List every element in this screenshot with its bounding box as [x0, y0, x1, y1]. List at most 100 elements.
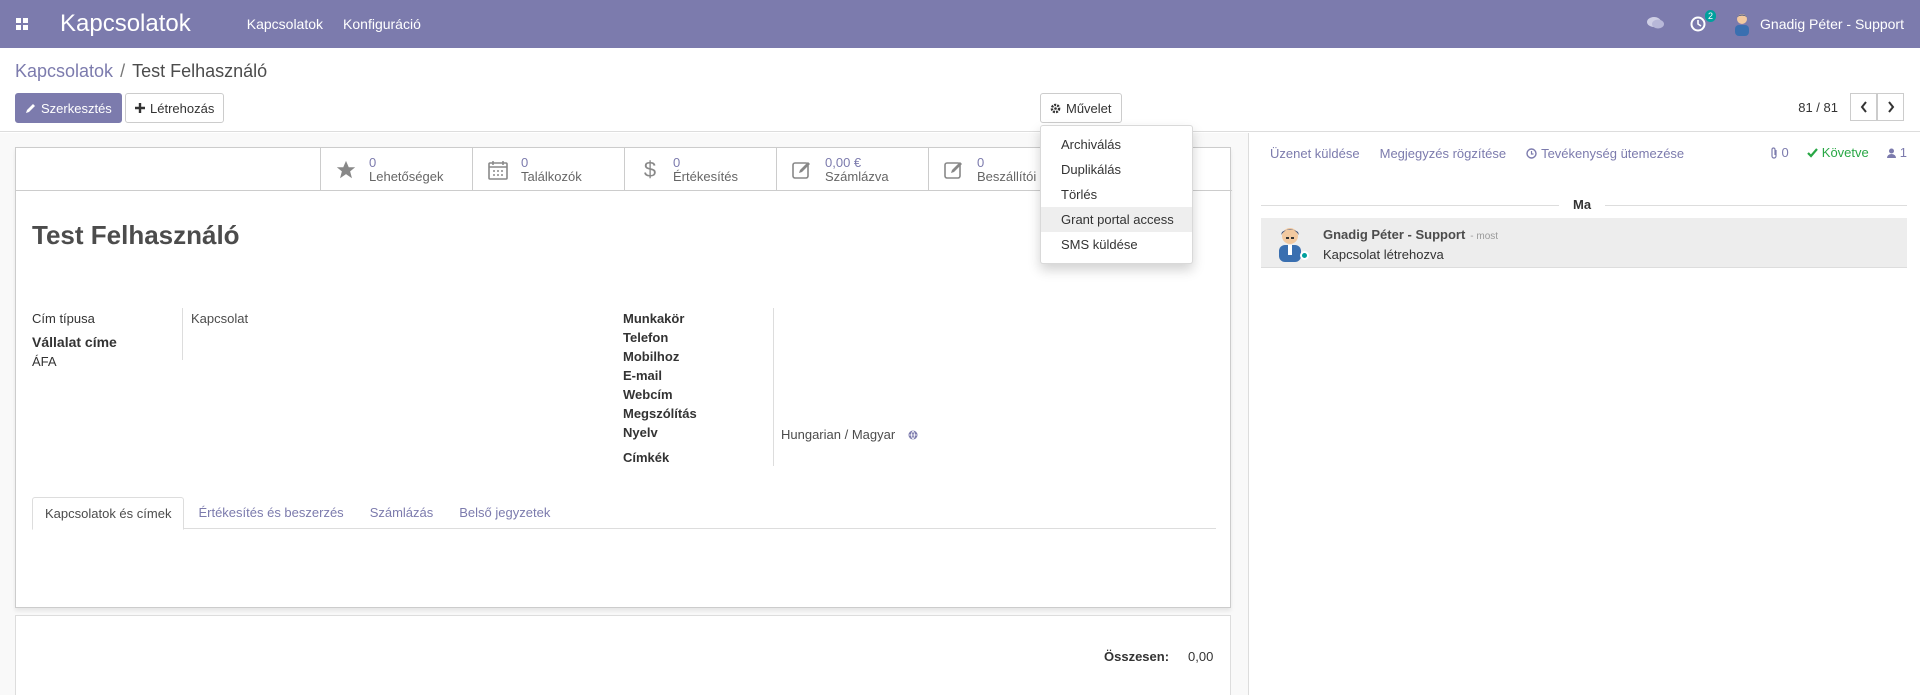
- notebook-tabs: Kapcsolatok és címek Értékesítés és besz…: [32, 497, 1216, 530]
- total-value: 0,00: [1188, 649, 1214, 664]
- menu-item-duplicate[interactable]: Duplikálás: [1041, 157, 1192, 182]
- stat-value: 0: [369, 154, 377, 170]
- chevron-right-icon: [1887, 101, 1894, 113]
- stat-button-meetings[interactable]: 0 Találkozók: [472, 148, 624, 191]
- plus-icon: [135, 103, 145, 113]
- top-navbar: Kapcsolatok Kapcsolatok Konfiguráció 2 G…: [0, 0, 1920, 48]
- action-dropdown-menu: Archiválás Duplikálás Törlés Grant porta…: [1040, 125, 1193, 264]
- label-website: Webcím: [623, 387, 673, 402]
- tab-contacts-addresses[interactable]: Kapcsolatok és címek: [32, 497, 185, 530]
- tab-internal-notes[interactable]: Belső jegyzetek: [447, 497, 562, 529]
- edit-button-label: Szerkesztés: [41, 100, 112, 116]
- attachments-button[interactable]: 0: [1770, 145, 1789, 160]
- message-body: Kapcsolat létrehozva: [1323, 247, 1444, 262]
- field-divider-right: [773, 308, 774, 466]
- follow-button[interactable]: Követve: [1807, 145, 1869, 160]
- create-button[interactable]: Létrehozás: [125, 93, 225, 123]
- date-separator: Ma: [1559, 197, 1606, 212]
- menu-item-send-sms[interactable]: SMS küldése: [1041, 232, 1192, 257]
- menu-item-grant-portal-access[interactable]: Grant portal access: [1041, 207, 1192, 232]
- calendar-icon: [485, 157, 511, 183]
- clock-icon: [1526, 147, 1537, 159]
- menu-kapcsolatok[interactable]: Kapcsolatok: [247, 16, 323, 32]
- edit-icon: [789, 157, 815, 183]
- stat-value: 0: [673, 154, 681, 170]
- clock-icon: [1690, 16, 1706, 32]
- follow-label: Követve: [1821, 145, 1869, 160]
- check-icon: [1807, 147, 1818, 158]
- stat-value: 0: [977, 154, 985, 170]
- attachments-count: 0: [1781, 145, 1789, 160]
- chatter-panel: Üzenet küldése Megjegyzés rögzítése Tevé…: [1248, 133, 1920, 695]
- totals-sheet: [15, 615, 1231, 695]
- gear-icon: [1050, 103, 1061, 113]
- message-time: - most: [1470, 231, 1499, 242]
- paperclip-icon: [1770, 146, 1777, 159]
- apps-menu-button[interactable]: [0, 0, 44, 48]
- pager: 81 / 81: [1798, 93, 1904, 121]
- record-title: Test Felhasználó: [32, 220, 240, 250]
- stat-button-opportunities[interactable]: 0 Lehetőségek: [320, 148, 472, 191]
- chatter-message: Gnadig Péter - Support - most Kapcsolat l…: [1261, 218, 1907, 268]
- chevron-left-icon: [1860, 101, 1867, 113]
- label-language: Nyelv: [623, 425, 658, 440]
- pager-value[interactable]: 81 / 81: [1798, 100, 1838, 115]
- stat-label: Beszállítói: [977, 168, 1037, 184]
- total-label: Összesen:: [1104, 649, 1170, 664]
- stat-value: 0: [521, 154, 529, 170]
- label-company-address: Vállalat címe: [32, 334, 117, 350]
- log-note-button[interactable]: Megjegyzés rögzítése: [1380, 146, 1506, 161]
- chatter-topbar: Üzenet küldése Megjegyzés rögzítése Tevé…: [1249, 133, 1920, 173]
- activity-count-badge: 2: [1705, 10, 1717, 22]
- field-language[interactable]: Hungarian / Magyar: [781, 427, 895, 442]
- action-button[interactable]: Művelet: [1040, 93, 1122, 123]
- menu-konfiguracio[interactable]: Konfiguráció: [343, 16, 421, 32]
- tab-sales-purchase[interactable]: Értékesítés és beszerzés: [186, 497, 355, 529]
- schedule-activity-label: Tevékenység ütemezése: [1541, 145, 1685, 161]
- send-message-button[interactable]: Üzenet küldése: [1270, 146, 1360, 161]
- stat-button-invoiced[interactable]: 0,00 € Számlázva: [776, 148, 928, 191]
- avatar: [1735, 14, 1750, 36]
- message-avatar[interactable]: [1275, 224, 1309, 262]
- breadcrumb: Kapcsolatok / Test Felhasználó: [15, 61, 267, 82]
- breadcrumb-separator: /: [120, 61, 126, 81]
- stat-label: Lehetőségek: [369, 168, 444, 184]
- chat-icon[interactable]: [1647, 16, 1665, 33]
- field-divider-left: [182, 308, 183, 360]
- pager-previous-button[interactable]: [1850, 93, 1877, 121]
- activity-button[interactable]: 2: [1690, 10, 1717, 32]
- followers-count: 1: [1899, 145, 1907, 160]
- label-job-position: Munkakör: [623, 311, 685, 326]
- app-brand[interactable]: Kapcsolatok: [60, 10, 191, 38]
- user-icon: [1886, 148, 1896, 158]
- action-button-label: Művelet: [1066, 100, 1112, 116]
- field-address-type[interactable]: Kapcsolat: [191, 311, 248, 326]
- star-icon: [333, 157, 359, 183]
- breadcrumb-parent[interactable]: Kapcsolatok: [15, 61, 113, 81]
- label-tags: Címkék: [623, 450, 670, 465]
- user-menu[interactable]: Gnadig Péter - Support: [1732, 12, 1904, 36]
- label-address-type: Cím típusa: [32, 311, 95, 326]
- message-author-line: Gnadig Péter - Support - most: [1323, 227, 1498, 242]
- label-mobile: Mobilhoz: [623, 349, 680, 364]
- stat-button-box: 0 Lehetőségek 0 Találkozók $ 0 Értékesítés …: [320, 148, 1080, 191]
- pager-next-button[interactable]: [1877, 93, 1904, 121]
- stat-button-sales[interactable]: $ 0 Értékesítés: [624, 148, 776, 191]
- menu-item-archive[interactable]: Archiválás: [1041, 132, 1192, 157]
- globe-icon[interactable]: [908, 428, 918, 443]
- user-name: Gnadig Péter - Support: [1760, 16, 1904, 32]
- message-author[interactable]: Gnadig Péter - Support: [1323, 227, 1465, 242]
- edit-button[interactable]: Szerkesztés: [15, 93, 122, 123]
- tab-invoicing[interactable]: Számlázás: [358, 497, 446, 529]
- edit-icon: [941, 157, 967, 183]
- stat-label: Számlázva: [825, 168, 889, 184]
- label-phone: Telefon: [623, 330, 669, 345]
- label-email: E-mail: [623, 368, 663, 383]
- menu-item-delete[interactable]: Törlés: [1041, 182, 1192, 207]
- followers-button[interactable]: 1: [1886, 145, 1907, 160]
- label-title: Megszólítás: [623, 406, 697, 421]
- create-button-label: Létrehozás: [150, 100, 215, 116]
- label-vat: ÁFA: [32, 354, 57, 369]
- stat-label: Értékesítés: [673, 168, 739, 184]
- schedule-activity-button[interactable]: Tevékenység ütemezése: [1526, 146, 1684, 161]
